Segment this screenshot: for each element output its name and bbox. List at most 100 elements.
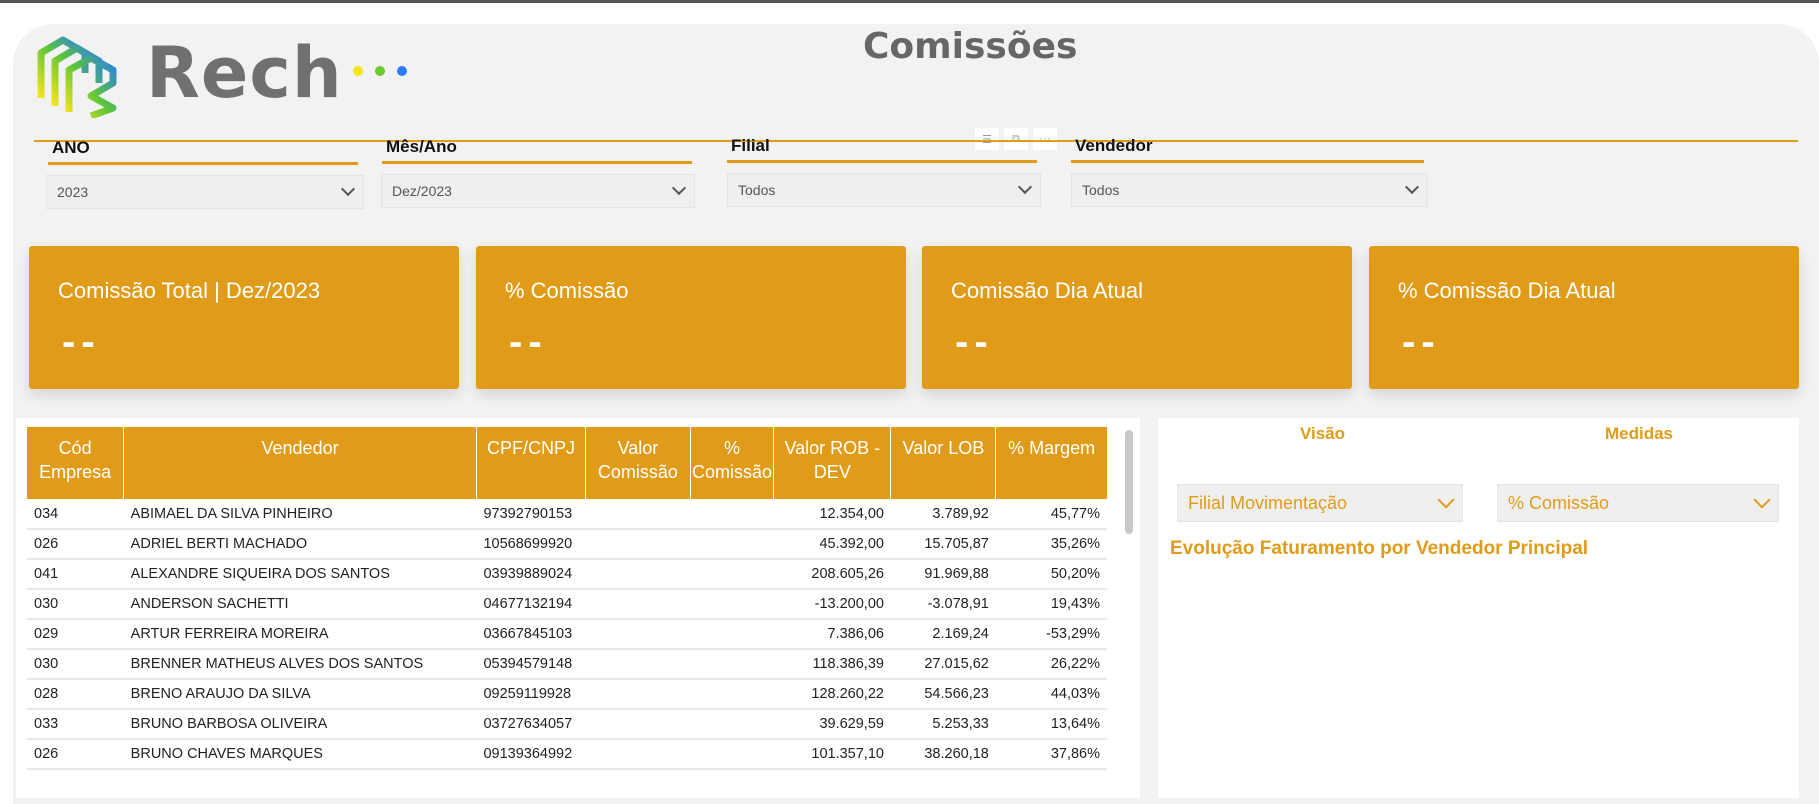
table-cell: 26,22% [995,649,1107,680]
visao-value: Filial Movimentação [1188,492,1348,513]
table-row[interactable]: 030 BRENNER MATHEUS ALVES DOS SANTOS 05394… [27,649,1107,680]
table-cell: 101.357,10 [773,739,891,770]
chevron-down-icon [1017,179,1033,195]
page-title: Comissões [863,26,1078,67]
table-cell: 39.629,59 [773,709,891,740]
column-header[interactable]: % Margem [995,427,1107,499]
table-cell: BRUNO CHAVES MARQUES [123,739,477,770]
table-cell: 026 [27,529,124,560]
table-row[interactable]: 030 ANDERSON SACHETTI 04677132194 -13.200,0… [27,589,1107,620]
table-cell: 35,26% [995,529,1107,560]
table-cell [585,709,691,740]
kpi-card-comissao-dia: Comissão Dia Atual -- [922,246,1352,389]
table-cell: 50,20% [995,559,1107,590]
medidas-label: Medidas [1605,424,1674,443]
table-cell [690,739,774,770]
table-cell [585,589,691,620]
table-row[interactable]: 026 ADRIEL BERTI MACHADO 10568699920 45.392… [27,529,1107,560]
kpi-card-percent-comissao-dia: % Comissão Dia Atual -- [1369,246,1799,389]
table-cell: BRUNO BARBOSA OLIVEIRA [123,709,477,740]
column-header[interactable]: Valor ROB - DEV [773,427,891,499]
table-row[interactable]: 029 ARTUR FERREIRA MOREIRA 03667845103 7.38… [27,619,1107,650]
table-cell: ALEXANDRE SIQUEIRA DOS SANTOS [123,559,477,590]
filter-mes-ano-dropdown[interactable]: Dez/2023 [381,174,695,208]
table-row[interactable]: 033 BRUNO BARBOSA OLIVEIRA 03727634057 39.6… [27,709,1107,740]
table-cell: 2.169,24 [890,619,996,650]
visao-label: Visão [1300,424,1346,443]
table-cell [690,529,774,560]
table-scrollbar[interactable] [1125,430,1133,534]
filter-ano-dropdown[interactable]: 2023 [46,175,364,209]
table-cell: 030 [27,649,124,680]
kpi-value: -- [509,320,548,364]
table-cell: 029 [27,619,124,650]
table-cell: BRENO ARAUJO DA SILVA [123,679,477,710]
table-row[interactable]: 028 BRENO ARAUJO DA SILVA 09259119928 128.2… [27,679,1107,710]
column-header[interactable]: CPF/CNPJ [475,427,586,499]
table-cell: 09139364992 [476,739,586,770]
table-cell: 54.566,23 [890,679,996,710]
table-cell [585,499,691,530]
table-cell: 034 [27,499,124,530]
chevron-down-icon [1437,491,1455,509]
column-header[interactable]: % Comissão [689,427,774,499]
table-cell: 118.386,39 [773,649,891,680]
filter-label: ANO [48,138,358,165]
table-cell [690,619,774,650]
filter-mes-ano: Mês/Ano Dez/2023 [381,137,695,208]
column-header[interactable]: Valor Comissão [584,427,691,499]
table-cell [690,589,774,620]
table-row[interactable]: 026 BRUNO CHAVES MARQUES 09139364992 101.35… [27,739,1107,770]
table-cell: -53,29% [995,619,1107,650]
brand-name: Rech [146,32,343,114]
chevron-down-icon [1753,491,1771,509]
kpi-value: -- [62,320,101,364]
column-header[interactable]: Vendedor [123,427,477,499]
yellow-dot-icon [353,66,363,76]
table-cell: -3.078,91 [890,589,996,620]
column-header[interactable]: Cód Empresa [27,427,124,499]
kpi-title: Comissão Total | Dez/2023 [58,278,321,303]
table-cell [585,679,691,710]
kpi-value: -- [955,320,994,364]
table-cell: 03667845103 [476,619,586,650]
table-cell: 3.789,92 [890,499,996,530]
kpi-title: Comissão Dia Atual [951,278,1143,303]
visao-dropdown[interactable]: Filial Movimentação [1177,484,1463,522]
table-cell: 19,43% [995,589,1107,620]
kpi-card-percent-comissao: % Comissão -- [476,246,906,389]
table-cell: 10568699920 [476,529,586,560]
table-cell: 91.969,88 [890,559,996,590]
table-cell: ABIMAEL DA SILVA PINHEIRO [123,499,477,530]
top-border [0,0,1819,3]
table-cell: 026 [27,739,124,770]
table-cell: 38.260,18 [890,739,996,770]
medidas-value: % Comissão [1508,492,1610,513]
brand-dots [353,66,407,76]
medidas-dropdown[interactable]: % Comissão [1497,484,1779,522]
filter-vendedor: Vendedor Todos [1071,136,1428,207]
table-cell: 45.392,00 [773,529,891,560]
table-cell: 97392790153 [476,499,586,530]
chevron-down-icon [340,181,356,197]
table-cell [690,559,774,590]
table-row[interactable]: 041 ALEXANDRE SIQUEIRA DOS SANTOS 03939889… [27,559,1107,590]
right-panel [1158,418,1799,798]
column-header[interactable]: Valor LOB [890,427,996,499]
table-row[interactable]: 034 ABIMAEL DA SILVA PINHEIRO 97392790153 1… [27,499,1107,530]
filter-filial-dropdown[interactable]: Todos [727,173,1041,207]
table-cell: 033 [27,709,124,740]
table-cell: 041 [27,559,124,590]
filter-vendedor-dropdown[interactable]: Todos [1071,173,1428,207]
table-cell: BRENNER MATHEUS ALVES DOS SANTOS [123,649,477,680]
table-cell: ADRIEL BERTI MACHADO [123,529,477,560]
table-cell: 37,86% [995,739,1107,770]
table-cell: 03939889024 [476,559,586,590]
table-cell [585,649,691,680]
filter-ano: ANO 2023 [46,138,364,209]
filter-label: Filial [727,136,1037,163]
table-cell: 03727634057 [476,709,586,740]
kpi-title: % Comissão [505,278,629,303]
table-cell [585,739,691,770]
table-cell: -13.200,00 [773,589,891,620]
